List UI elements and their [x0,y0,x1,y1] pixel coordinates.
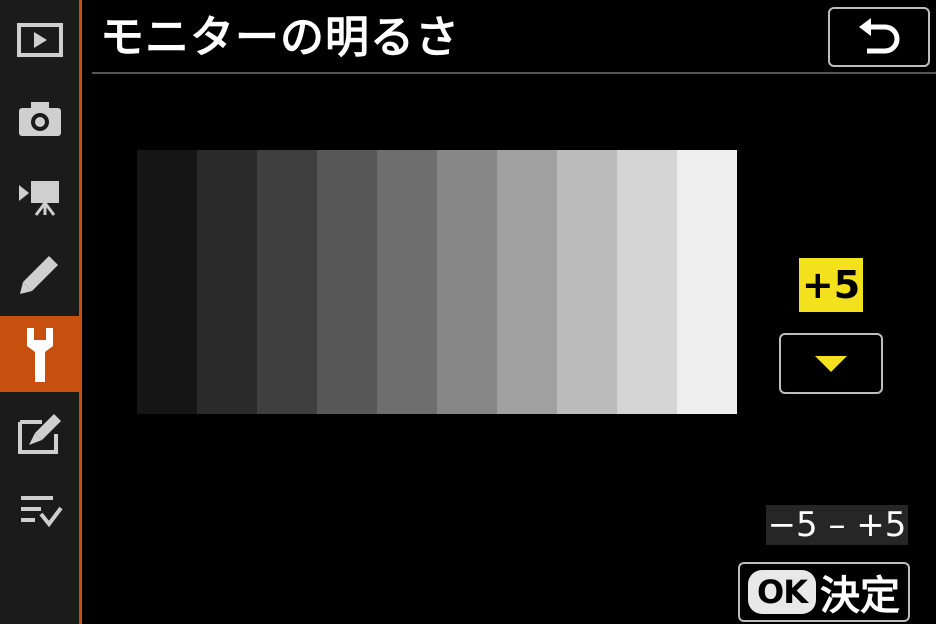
gray-swatch-9 [617,150,677,414]
sidebar-item-retouch[interactable] [0,398,79,470]
back-button[interactable] [828,7,930,67]
my-menu-icon [20,496,63,528]
gray-swatch-3 [257,150,317,414]
decrease-button[interactable] [779,333,883,394]
gray-swatch-7 [497,150,557,414]
gray-swatch-6 [437,150,497,414]
brightness-value: +5 [799,258,863,312]
gray-swatch-4 [317,150,377,414]
playback-icon [16,23,63,57]
gray-scale-bar [137,150,737,414]
pencil-icon [19,256,58,294]
wrench-icon [26,328,53,382]
sidebar-item-setup[interactable] [0,316,79,392]
triangle-down-icon [815,355,847,372]
camera-icon [18,102,61,136]
retouch-icon [17,414,61,454]
sidebar-item-my-menu[interactable] [0,474,79,546]
range-label: −5 – +5 [766,505,908,545]
sidebar-item-movie-shooting[interactable] [0,160,79,232]
sidebar-item-custom-settings[interactable] [0,238,79,310]
movie-camera-icon [18,181,59,216]
gray-swatch-10 [677,150,737,414]
sidebar-item-playback[interactable] [0,4,79,76]
return-arrow-icon [859,18,900,54]
ok-button[interactable]: OK 決定 [738,562,910,622]
gray-swatch-2 [197,150,257,414]
gray-swatch-5 [377,150,437,414]
ok-icon: OK [748,570,816,614]
page-title: モニターの明るさ [100,12,460,63]
sidebar [0,0,82,624]
title-divider [92,72,936,74]
sidebar-item-photo-shooting[interactable] [0,82,79,154]
gray-swatch-8 [557,150,617,414]
ok-label: 決定 [820,573,900,619]
gray-swatch-1 [137,150,197,414]
